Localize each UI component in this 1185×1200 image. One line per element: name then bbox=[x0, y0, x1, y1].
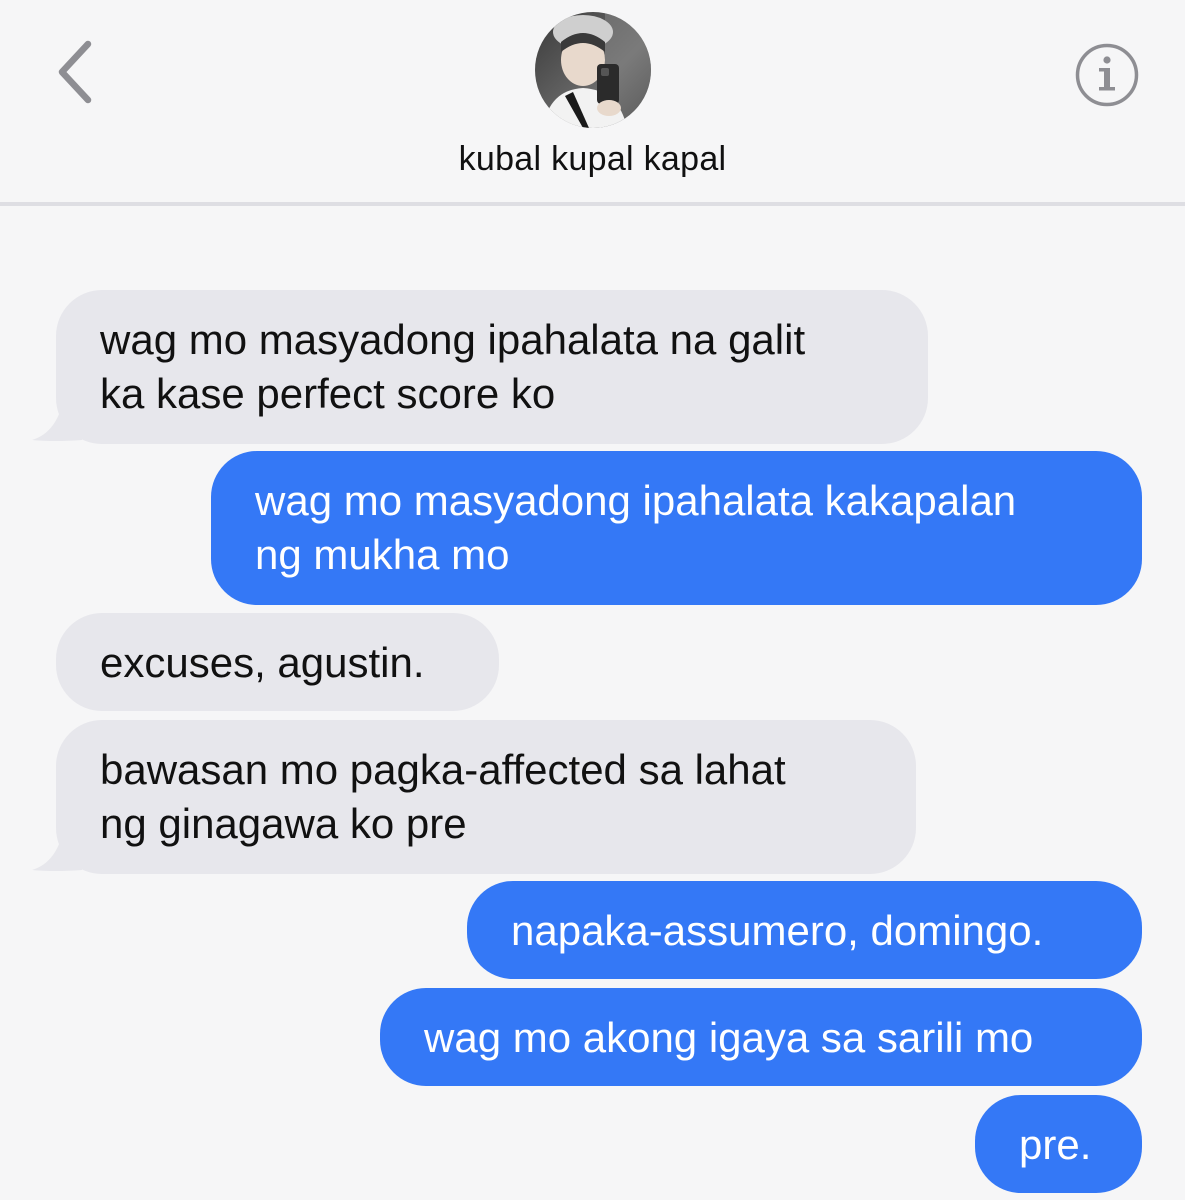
message-thread[interactable]: wag mo masyadong ipahalata na galit ka k… bbox=[0, 206, 1185, 1200]
message-text-line: napaka-assumero, domingo. bbox=[511, 907, 1044, 954]
message-text-line: pre. bbox=[1019, 1121, 1092, 1168]
outgoing-message[interactable]: napaka-assumero, domingo. bbox=[467, 881, 1142, 979]
message-text-line: wag mo masyadong ipahalata kakapalan bbox=[255, 477, 1017, 524]
info-icon bbox=[1075, 43, 1139, 107]
incoming-bubble-tail bbox=[32, 396, 82, 441]
message-text-line: wag mo masyadong ipahalata na galit bbox=[100, 316, 806, 363]
incoming-bubble-tail bbox=[32, 826, 82, 871]
message-text-line: wag mo akong igaya sa sarili mo bbox=[424, 1014, 1034, 1061]
outgoing-message[interactable]: wag mo akong igaya sa sarili mo bbox=[380, 988, 1142, 1086]
contact-name[interactable]: kubal kupal kapal bbox=[0, 140, 1185, 179]
back-button[interactable] bbox=[48, 36, 104, 108]
incoming-message[interactable]: excuses, agustin. bbox=[56, 613, 499, 711]
message-text-line: excuses, agustin. bbox=[100, 639, 425, 686]
contact-avatar[interactable] bbox=[535, 12, 651, 128]
outgoing-message[interactable]: pre. bbox=[975, 1095, 1142, 1193]
outgoing-message[interactable]: wag mo masyadong ipahalata kakapalan ng … bbox=[211, 451, 1142, 605]
info-button[interactable] bbox=[1074, 42, 1140, 108]
conversation-header: kubal kupal kapal bbox=[0, 0, 1185, 202]
message-text-line: bawasan mo pagka-affected sa lahat bbox=[100, 746, 786, 793]
chevron-left-icon bbox=[58, 40, 92, 104]
message-text-line: ng mukha mo bbox=[255, 531, 510, 578]
avatar-photo bbox=[535, 12, 651, 128]
incoming-message[interactable]: bawasan mo pagka-affected sa lahat ng gi… bbox=[56, 720, 916, 874]
message-text-line: ka kase perfect score ko bbox=[100, 370, 556, 417]
incoming-message[interactable]: wag mo masyadong ipahalata na galit ka k… bbox=[56, 290, 928, 444]
message-text-line: ng ginagawa ko pre bbox=[100, 800, 467, 847]
